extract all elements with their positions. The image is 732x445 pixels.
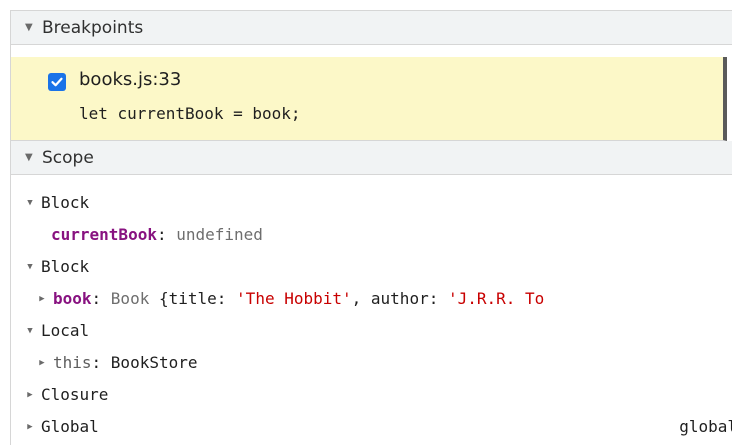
expanded-arrow-icon[interactable]: ▼ xyxy=(25,257,35,277)
section-expanded-triangle-icon: ▼ xyxy=(25,152,33,163)
breakpoint-checkbox[interactable] xyxy=(48,73,66,91)
variable-name: this xyxy=(53,353,92,372)
scope-block-label: Block xyxy=(41,193,90,212)
scope-section-header[interactable]: ▼ Scope xyxy=(11,141,732,175)
colon-separator: : xyxy=(91,289,111,308)
scope-header-label: Scope xyxy=(42,147,94,168)
breakpoint-code-snippet: let currentBook = book; xyxy=(79,104,301,123)
scope-global-value: global xyxy=(679,417,732,436)
scope-block-row[interactable]: ▼ Block xyxy=(11,187,732,219)
checkmark-icon xyxy=(51,77,63,87)
breakpoints-section-header[interactable]: ▼ Breakpoints xyxy=(11,11,732,45)
property-separator: , xyxy=(351,289,371,308)
variable-name: currentBook xyxy=(51,225,157,244)
variable-name: book xyxy=(53,289,92,308)
object-class-name: Book xyxy=(110,289,159,308)
breakpoints-header-label: Breakpoints xyxy=(42,17,144,38)
scope-local-row[interactable]: ▼ Local xyxy=(11,315,732,347)
scope-global-row[interactable]: ▶ Global global xyxy=(11,411,732,443)
colon-separator: : xyxy=(91,353,111,372)
colon-separator: : xyxy=(156,225,177,244)
collapsed-arrow-icon[interactable]: ▶ xyxy=(25,385,35,405)
collapsed-arrow-icon[interactable]: ▶ xyxy=(37,289,47,309)
scope-closure-row[interactable]: ▶ Closure xyxy=(11,379,732,411)
collapsed-arrow-icon[interactable]: ▶ xyxy=(37,353,47,373)
expanded-arrow-icon[interactable]: ▼ xyxy=(25,193,35,213)
collapsed-arrow-icon[interactable]: ▶ xyxy=(25,417,35,437)
scope-closure-label: Closure xyxy=(41,385,109,404)
property-key-author: author: xyxy=(370,289,448,308)
scope-block-label: Block xyxy=(41,257,90,276)
scope-global-label: Global xyxy=(41,417,99,436)
debugger-sidebar: ▼ Breakpoints books.js:33 let currentBoo… xyxy=(10,10,732,445)
scope-object-row[interactable]: ▶ book: Book {title: 'The Hobbit', autho… xyxy=(11,283,732,315)
expanded-arrow-icon[interactable]: ▼ xyxy=(25,321,35,341)
scope-local-label: Local xyxy=(41,321,90,340)
variable-value: undefined xyxy=(176,225,263,244)
breakpoint-item[interactable]: books.js:33 let currentBook = book; xyxy=(11,57,727,141)
object-open-brace: { xyxy=(158,289,169,308)
section-expanded-triangle-icon: ▼ xyxy=(25,22,33,33)
scope-this-row[interactable]: ▶ this: BookStore xyxy=(11,347,732,379)
breakpoint-location[interactable]: books.js:33 xyxy=(79,69,181,90)
property-value-author: 'J.R.R. To xyxy=(447,289,545,308)
property-value-title: 'The Hobbit' xyxy=(236,289,352,308)
scope-block-row[interactable]: ▼ Block xyxy=(11,251,732,283)
scope-variable-row[interactable]: currentBook: undefined xyxy=(11,219,732,251)
property-key-title: title: xyxy=(168,289,237,308)
variable-value: BookStore xyxy=(110,353,198,372)
